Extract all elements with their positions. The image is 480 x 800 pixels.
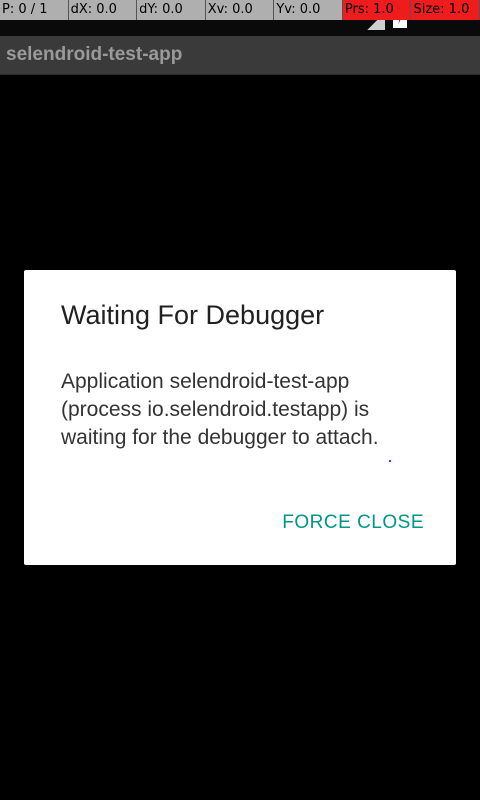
pointer-yv: Yv: 0.0: [274, 0, 343, 20]
pointer-dy: dY: 0.0: [137, 0, 206, 20]
pointer-size: Size: 1.0: [411, 0, 480, 20]
stray-dot: [389, 460, 391, 462]
dialog-message: Application selendroid-test-app (process…: [61, 370, 379, 449]
app-title: selendroid-test-app: [6, 44, 183, 65]
pointer-dx: dX: 0.0: [68, 0, 138, 20]
pointer-xv: Xv: 0.0: [205, 0, 275, 20]
pointer-location-overlay: P: 0 / 1 dX: 0.0 dY: 0.0 Xv: 0.0 Yv: 0.0…: [0, 0, 480, 20]
force-close-button[interactable]: FORCE CLOSE: [278, 510, 428, 536]
screen: 2:51 P: 0 / 1 dX: 0.0 dY: 0.0 Xv: 0.0 Yv…: [0, 0, 480, 800]
pointer-count: P: 0 / 1: [0, 0, 69, 20]
action-bar: selendroid-test-app: [0, 36, 480, 75]
pointer-pressure: Prs: 1.0: [342, 0, 412, 20]
debugger-dialog: Waiting For Debugger Application selendr…: [24, 270, 456, 565]
dialog-title: Waiting For Debugger: [61, 300, 325, 330]
